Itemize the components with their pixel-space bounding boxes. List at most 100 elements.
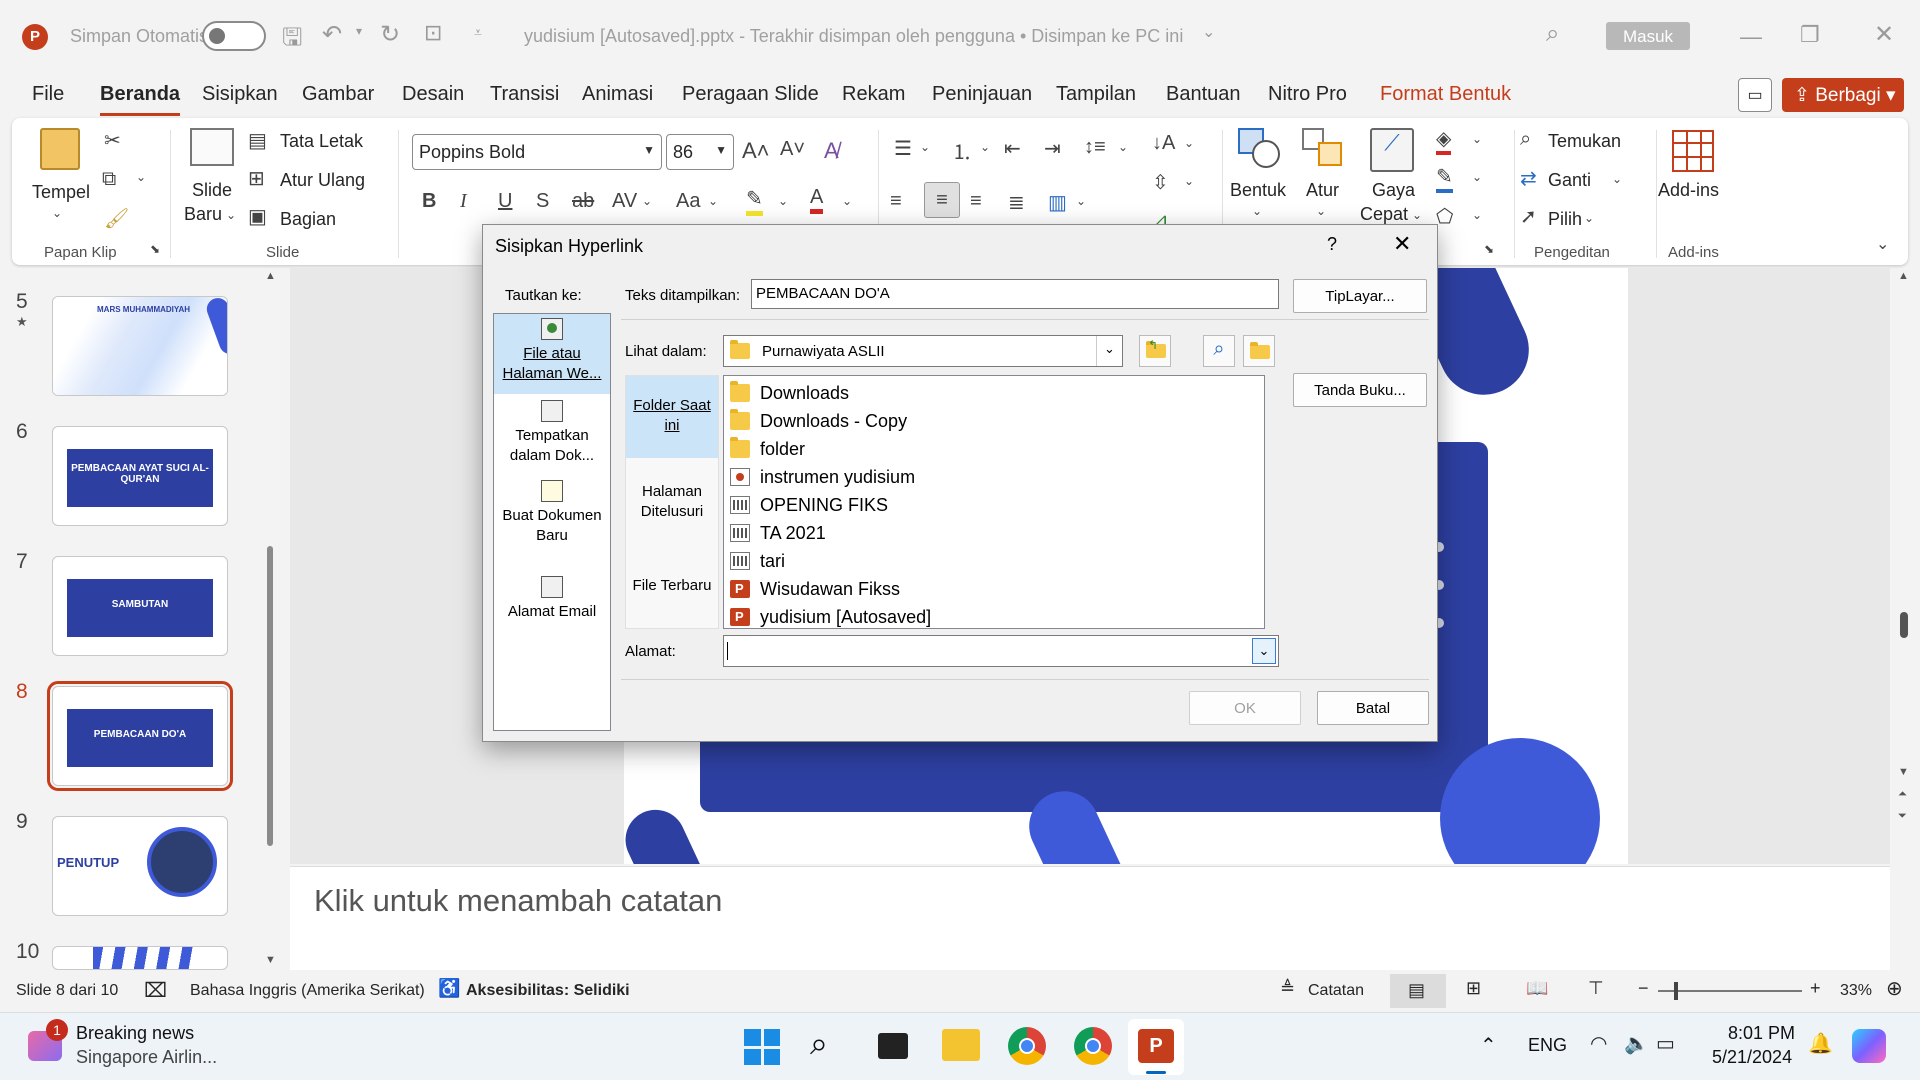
new-slide-icon[interactable]	[190, 128, 234, 166]
file-list-item[interactable]: yudisium [Autosaved]	[730, 604, 931, 630]
clock-date[interactable]: 5/21/2024	[1712, 1047, 1792, 1068]
spelling-icon[interactable]: ⌧	[144, 978, 167, 1003]
chrome-icon[interactable]	[1008, 1027, 1046, 1065]
chevron-down-icon[interactable]: ⌄	[1252, 638, 1276, 664]
shape-fill-icon[interactable]: ◈	[1436, 126, 1452, 155]
increase-indent-icon[interactable]: ⇥	[1044, 136, 1061, 161]
chevron-down-icon[interactable]: ⌄	[1472, 132, 1482, 146]
close-icon[interactable]: ✕	[1393, 231, 1411, 257]
reset-icon[interactable]: ⊞	[248, 166, 265, 191]
news-subtitle[interactable]: Singapore Airlin...	[76, 1047, 217, 1068]
accessibility-icon[interactable]: ♿	[438, 978, 460, 999]
sign-in-button[interactable]: Masuk	[1606, 22, 1690, 50]
chevron-down-icon[interactable]: ⌄	[1472, 170, 1482, 184]
link-new-document[interactable]: Buat Dokumen Baru	[494, 476, 610, 552]
file-list-item[interactable]: tari	[730, 548, 785, 574]
scroll-thumb[interactable]	[1900, 612, 1908, 638]
clipboard-launcher-icon[interactable]: ⬊	[150, 242, 160, 256]
select-label[interactable]: Pilih	[1548, 209, 1582, 230]
tab-rekam[interactable]: Rekam	[842, 83, 905, 106]
file-explorer-icon[interactable]	[942, 1029, 980, 1061]
strikethrough-icon[interactable]: ab	[572, 190, 594, 213]
powerpoint-taskbar-button[interactable]: P	[1128, 1019, 1184, 1075]
file-list-item[interactable]: Downloads - Copy	[730, 408, 907, 434]
chevron-down-icon[interactable]: ⌄	[778, 194, 788, 208]
numbering-icon[interactable]: ⒈	[952, 136, 972, 165]
notes-icon[interactable]: ≜	[1280, 978, 1295, 999]
select-icon[interactable]: ➚	[1520, 204, 1537, 229]
paste-icon[interactable]	[40, 128, 80, 170]
new-slide-label[interactable]: Slide	[192, 180, 232, 201]
browse-web-icon[interactable]: ⌕	[1203, 335, 1235, 367]
tab-gambar[interactable]: Gambar	[302, 83, 374, 106]
add-ins-icon[interactable]	[1672, 130, 1714, 172]
slide-thumbnail-6[interactable]: PEMBACAAN AYAT SUCI AL-QUR'AN	[52, 426, 228, 526]
canvas-scrollbar[interactable]: ▲ ▼ ⏶ ⏷	[1896, 270, 1912, 840]
chevron-down-icon[interactable]: ⌄	[1612, 172, 1622, 186]
quick-styles-label-2[interactable]: Cepat	[1360, 204, 1408, 225]
italic-icon[interactable]: I	[460, 190, 467, 213]
task-view-icon[interactable]	[878, 1033, 908, 1059]
slide-thumbnail-5[interactable]: MARS MUHAMMADIYAH	[52, 296, 228, 396]
align-text-icon[interactable]: ⇳	[1152, 170, 1169, 195]
next-slide-icon[interactable]: ⏷	[1898, 810, 1907, 823]
scroll-down-icon[interactable]: ▼	[265, 954, 276, 966]
help-icon[interactable]: ?	[1327, 234, 1337, 255]
scroll-up-icon[interactable]: ▲	[265, 270, 276, 282]
chevron-down-icon[interactable]: ⌄	[1184, 174, 1194, 188]
place-recent-files[interactable]: File Terbaru	[626, 576, 718, 606]
underline-icon[interactable]: U	[498, 190, 512, 213]
chevron-down-icon[interactable]: ⌄	[708, 194, 718, 208]
place-browsed-pages[interactable]: Halaman Ditelusuri	[626, 460, 718, 544]
chevron-down-icon[interactable]: ⌄	[1316, 204, 1326, 218]
tab-sisipkan[interactable]: Sisipkan	[202, 83, 278, 106]
text-to-display-input[interactable]: PEMBACAAN DO'A	[751, 279, 1279, 309]
arrange-icon[interactable]	[1302, 128, 1346, 168]
scroll-up-icon[interactable]: ▲	[1898, 270, 1909, 282]
font-name-combobox[interactable]: Poppins Bold ▼	[412, 134, 662, 170]
comments-icon[interactable]: ▭	[1738, 78, 1772, 112]
volume-icon[interactable]: 🔈	[1624, 1031, 1649, 1056]
browse-file-icon[interactable]	[1243, 335, 1275, 367]
chevron-down-icon[interactable]: ⌄	[1252, 204, 1262, 218]
share-button[interactable]: ⇪ Berbagi ▾	[1782, 78, 1904, 112]
increase-font-icon[interactable]: A˄	[742, 138, 770, 164]
redo-icon[interactable]: ↻	[380, 20, 400, 49]
shapes-icon[interactable]	[1238, 128, 1282, 168]
notification-bell-icon[interactable]: 🔔	[1808, 1031, 1833, 1056]
restore-icon[interactable]: ❐	[1800, 22, 1820, 48]
close-window-icon[interactable]: ✕	[1874, 20, 1894, 49]
align-left-icon[interactable]: ≡	[890, 190, 902, 213]
slide-thumbnail-7[interactable]: SAMBUTAN	[52, 556, 228, 656]
align-right-icon[interactable]: ≡	[970, 190, 982, 213]
screentip-button[interactable]: TipLayar...	[1293, 279, 1427, 313]
battery-icon[interactable]: ▭	[1656, 1031, 1675, 1056]
slideshow-icon[interactable]: ⊤	[1588, 978, 1604, 999]
notes-pane[interactable]: Klik untuk menambah catatan	[290, 866, 1890, 970]
zoom-in-icon[interactable]: +	[1810, 978, 1821, 999]
new-slide-label-2[interactable]: Baru	[184, 204, 222, 225]
chevron-up-icon[interactable]: ⌃	[1480, 1033, 1497, 1058]
tab-format-bentuk[interactable]: Format Bentuk	[1380, 83, 1511, 106]
tab-beranda[interactable]: Beranda	[100, 83, 181, 116]
windows-start-icon[interactable]	[744, 1029, 780, 1065]
link-email-address[interactable]: Alamat Email	[494, 572, 610, 632]
file-list-item[interactable]: Downloads	[730, 380, 849, 406]
chevron-down-icon[interactable]: ⌄	[980, 140, 990, 154]
paste-dropdown-icon[interactable]: ⌄	[52, 206, 62, 220]
autosave-toggle[interactable]	[202, 21, 266, 51]
link-place-in-document[interactable]: Tempatkan dalam Dok...	[494, 396, 610, 472]
undo-icon[interactable]: ↶	[322, 20, 342, 49]
layout-label[interactable]: Tata Letak	[280, 131, 363, 152]
zoom-out-icon[interactable]: −	[1638, 978, 1649, 999]
chevron-down-icon[interactable]: ⌄	[1412, 208, 1422, 222]
bullets-icon[interactable]: ☰	[894, 136, 912, 161]
columns-icon[interactable]: ▥	[1048, 190, 1067, 215]
search-taskbar-icon[interactable]: ⌕	[810, 1025, 828, 1063]
format-painter-icon[interactable]: 🖌	[104, 206, 129, 231]
clock-time[interactable]: 8:01 PM	[1728, 1023, 1795, 1044]
tab-tampilan[interactable]: Tampilan	[1056, 83, 1136, 106]
tab-file[interactable]: File	[32, 83, 64, 106]
link-file-or-webpage[interactable]: File atau Halaman We...	[494, 314, 610, 394]
copy-dropdown-icon[interactable]: ⌄	[136, 170, 146, 184]
